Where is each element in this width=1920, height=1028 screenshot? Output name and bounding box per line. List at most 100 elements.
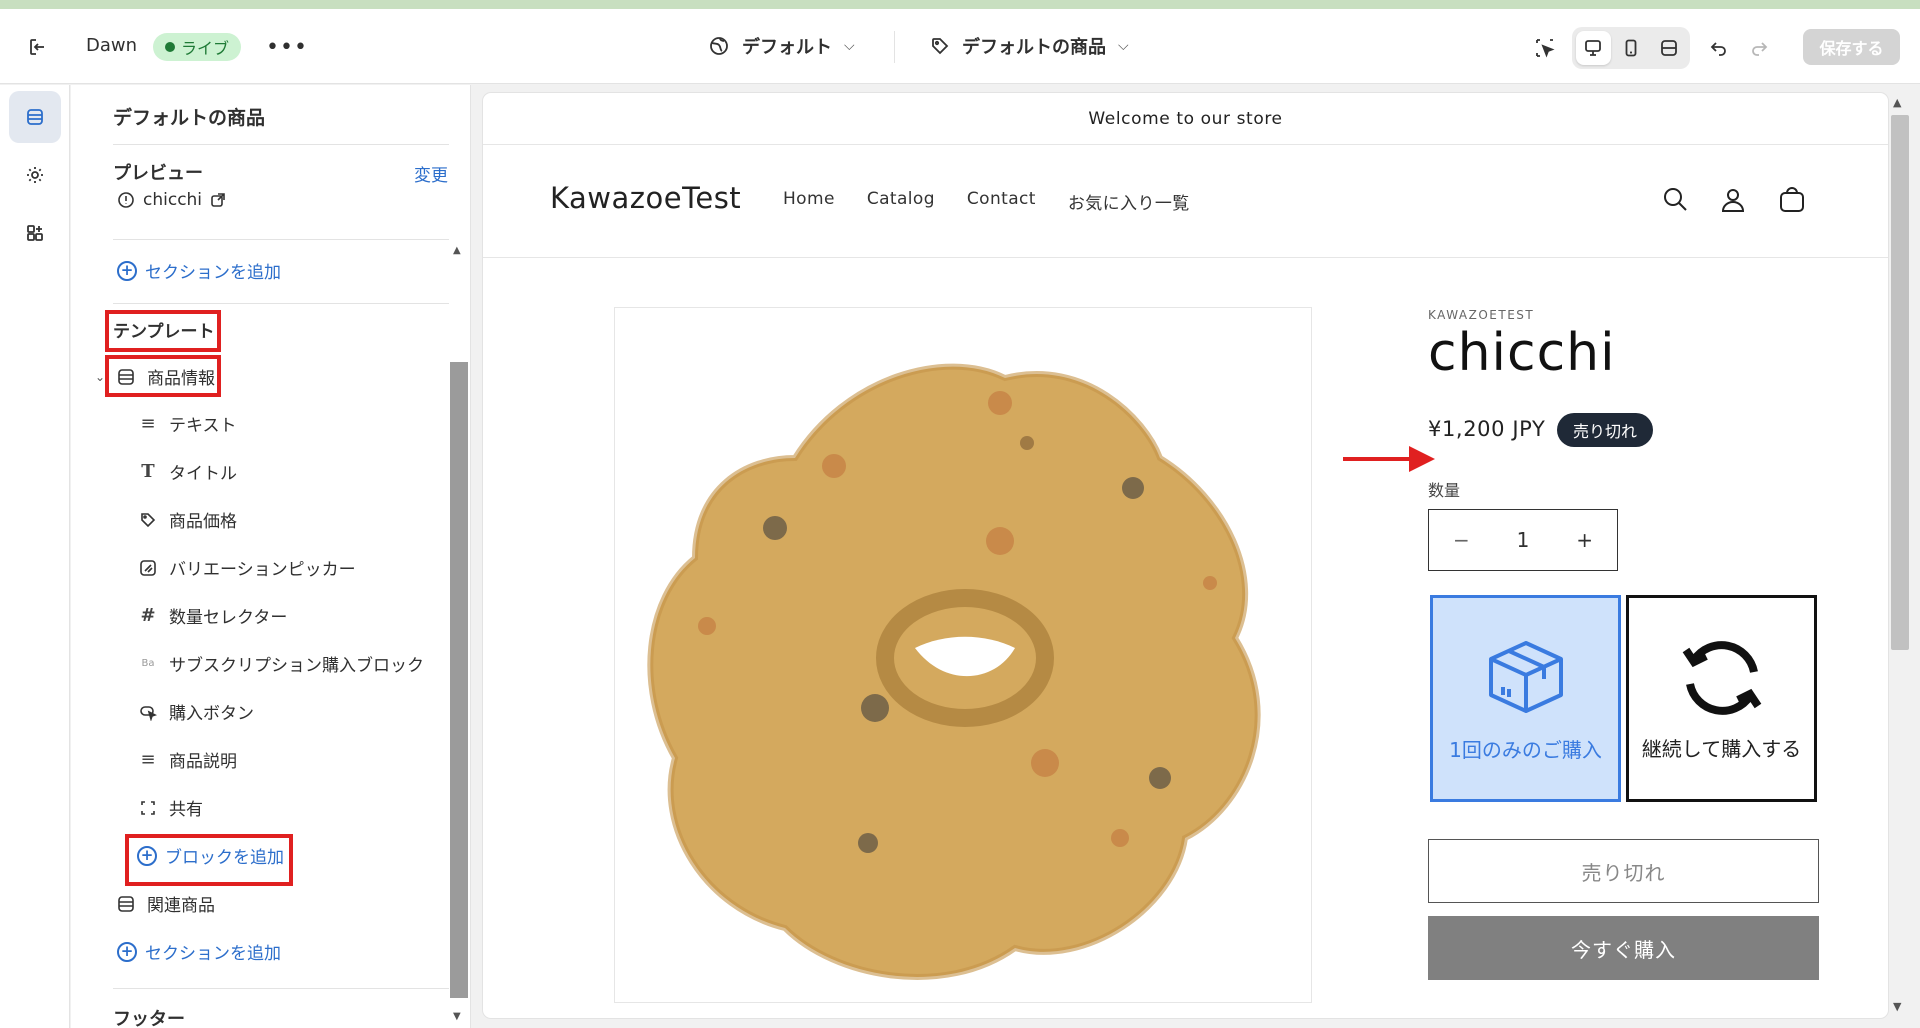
divider [113, 239, 449, 240]
redo-icon[interactable] [1744, 33, 1774, 63]
scroll-up-arrow-icon[interactable]: ▲ [453, 245, 461, 256]
template-selector[interactable]: デフォルト ⌵ [708, 33, 855, 59]
block-item[interactable]: T タイトル [137, 459, 237, 484]
app-embeds-icon[interactable] [9, 207, 61, 259]
preview-scrollbar[interactable] [1891, 115, 1909, 650]
inspector-select-icon[interactable] [1530, 33, 1560, 63]
undo-icon[interactable] [1704, 33, 1734, 63]
section-related-label: 関連商品 [147, 896, 215, 916]
preview-scroll-up-icon[interactable]: ▲ [1893, 96, 1901, 109]
globe-icon [710, 37, 728, 55]
full-width-view-icon[interactable] [1651, 31, 1686, 65]
sections-icon[interactable] [9, 91, 61, 143]
search-icon[interactable] [1659, 183, 1691, 215]
product-title: chicchi [1428, 323, 1616, 383]
block-item[interactable]: バリエーションピッカー [137, 555, 356, 580]
add-section-bottom-button[interactable]: + セクションを追加 [117, 939, 281, 964]
text-lines-icon: ≡ [140, 413, 156, 434]
preview-product[interactable]: chicchi [117, 190, 226, 210]
block-item[interactable]: Ba サブスクリプション購入ブロック [137, 651, 425, 676]
store-nav: Home Catalog Contact お気に入り一覧 [783, 189, 1190, 214]
save-button[interactable]: 保存する [1803, 29, 1900, 65]
preview-scroll-down-icon[interactable]: ▼ [1893, 1000, 1901, 1013]
nav-home[interactable]: Home [783, 189, 835, 214]
quantity-stepper: − 1 + [1428, 509, 1618, 571]
block-label: バリエーションピッカー [169, 560, 356, 580]
add-section-top-button[interactable]: + セクションを追加 [117, 258, 281, 283]
product-selector-label: デフォルトの商品 [962, 37, 1106, 58]
quantity-label: 数量 [1428, 481, 1461, 500]
share-icon [137, 797, 159, 819]
annotation-highlight-box [125, 834, 293, 886]
chevron-down-icon: ⌵ [844, 38, 855, 54]
block-label: タイトル [169, 464, 237, 484]
store-header: KawazoeTest Home Catalog Contact お気に入り一覧 [483, 145, 1888, 258]
product-vendor: KAWAZOETEST [1428, 308, 1535, 322]
subscription-purchase-option[interactable]: 継続して購入する [1626, 595, 1817, 802]
section-related-products[interactable]: 関連商品 [115, 891, 215, 916]
store-preview-frame: Welcome to our store KawazoeTest Home Ca… [483, 93, 1888, 1018]
theme-name: Dawn [86, 35, 138, 56]
cart-icon[interactable] [1776, 183, 1808, 215]
nav-catalog[interactable]: Catalog [867, 189, 935, 214]
block-item[interactable]: # 数量セレクター [137, 603, 287, 628]
more-actions-icon[interactable]: ••• [266, 33, 307, 61]
live-status-badge: ライブ [153, 33, 242, 61]
block-label: 数量セレクター [169, 608, 288, 628]
sidebar-title: デフォルトの商品 [113, 107, 266, 129]
block-label: テキスト [169, 416, 237, 436]
section-layout-icon [115, 893, 137, 915]
divider [113, 303, 449, 304]
scroll-down-arrow-icon[interactable]: ▼ [453, 1011, 461, 1022]
annotation-red-arrow [1343, 446, 1435, 472]
desktop-view-icon[interactable] [1576, 31, 1611, 65]
text-lines-icon: ≡ [140, 749, 156, 770]
tag-icon [932, 38, 949, 55]
block-item[interactable]: 商品価格 [137, 507, 237, 532]
preview-label: プレビュー [113, 163, 203, 184]
nav-contact[interactable]: Contact [967, 189, 1036, 214]
chevron-down-icon: ⌵ [1118, 38, 1129, 54]
chevron-down-icon: ⌄ [95, 369, 106, 384]
sidebar-scrollbar[interactable] [450, 362, 468, 998]
variant-picker-icon [137, 557, 159, 579]
block-item[interactable]: 共有 [137, 795, 203, 820]
block-label: 商品説明 [169, 752, 237, 772]
announcement-bar: Welcome to our store [483, 93, 1888, 145]
block-label: サブスクリプション購入ブロック [169, 656, 424, 676]
product-selector[interactable]: デフォルトの商品 ⌵ [930, 33, 1129, 59]
refresh-cycle-icon [1682, 641, 1761, 715]
product-price: ¥1,200 JPY [1428, 417, 1546, 441]
exit-editor-icon[interactable] [24, 33, 52, 61]
plus-circle-icon: + [117, 941, 137, 962]
buy-button-icon [137, 701, 159, 723]
one-time-purchase-option[interactable]: 1回のみのご購入 [1430, 595, 1621, 802]
theme-settings-gear-icon[interactable] [9, 149, 61, 201]
block-item[interactable]: 購入ボタン [137, 699, 254, 724]
divider [113, 144, 449, 145]
quantity-value-input[interactable]: 1 [1517, 528, 1530, 552]
hash-icon: # [140, 605, 156, 626]
change-preview-link[interactable]: 変更 [414, 161, 448, 186]
sold-out-button[interactable]: 売り切れ [1428, 839, 1819, 903]
title-t-icon: T [141, 461, 155, 482]
product-image[interactable] [614, 307, 1312, 1003]
block-label: 購入ボタン [169, 704, 254, 724]
buy-now-button[interactable]: 今すぐ購入 [1428, 916, 1819, 980]
plus-circle-icon: + [117, 260, 137, 281]
package-box-icon [1488, 641, 1563, 713]
mobile-view-icon[interactable] [1614, 31, 1649, 65]
block-item[interactable]: ≡ テキスト [137, 411, 237, 436]
sections-sidebar: デフォルトの商品 プレビュー 変更 chicchi + セクションを追加 テンプ… [71, 85, 471, 1028]
block-item[interactable]: ≡ 商品説明 [137, 747, 237, 772]
window-top-strip [0, 0, 1920, 9]
store-logo[interactable]: KawazoeTest [550, 181, 741, 215]
nav-wishlist[interactable]: お気に入り一覧 [1068, 189, 1190, 214]
divider [113, 988, 449, 989]
viewport-switcher [1572, 27, 1690, 69]
quantity-minus-button[interactable]: − [1453, 528, 1470, 552]
editor-topbar: Dawn ライブ ••• デフォルト ⌵ デフォルトの商品 ⌵ 保存する [0, 9, 1920, 84]
live-badge-label: ライブ [181, 39, 230, 58]
account-icon[interactable] [1717, 183, 1749, 215]
quantity-plus-button[interactable]: + [1576, 528, 1593, 552]
